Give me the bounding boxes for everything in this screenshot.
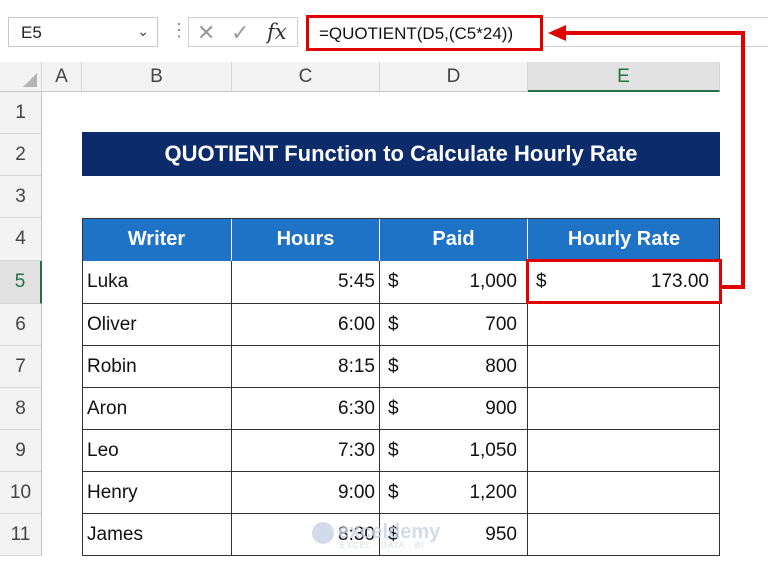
header-hourly-rate[interactable]: Hourly Rate (528, 218, 720, 261)
row-header-11[interactable]: 11 (0, 514, 42, 556)
cell-hourly-rate[interactable] (528, 304, 720, 346)
formula-controls: ✕ ✓ fx (188, 17, 298, 47)
cell-hours[interactable]: 9:00 (232, 472, 380, 514)
enter-icon[interactable]: ✓ (231, 20, 249, 46)
cell-hourly-rate[interactable] (528, 346, 720, 388)
cell-paid[interactable]: $800 (380, 346, 528, 388)
row-header-10[interactable]: 10 (0, 472, 42, 514)
cell-writer[interactable]: Luka (82, 261, 232, 304)
row-header-3[interactable]: 3 (0, 176, 42, 218)
row-header-5[interactable]: 5 (0, 261, 42, 304)
cell-paid[interactable]: $1,000 (380, 261, 528, 304)
cell-hourly-rate[interactable] (528, 430, 720, 472)
cell-hours[interactable]: 5:45 (232, 261, 380, 304)
arrow-head-icon (548, 25, 566, 41)
cell-hourly-rate[interactable] (528, 388, 720, 430)
row-header-9[interactable]: 9 (0, 430, 42, 472)
column-header-a[interactable]: A (42, 62, 82, 92)
watermark-name: exceldemy (338, 521, 441, 543)
insert-function-icon[interactable]: fx (267, 20, 287, 44)
paid-amount: 800 (485, 356, 517, 377)
paid-amount: 1,000 (469, 271, 517, 292)
cell-paid[interactable]: $1,050 (380, 430, 528, 472)
currency-symbol: $ (388, 482, 399, 503)
column-header-e[interactable]: E (528, 62, 720, 92)
cancel-icon[interactable]: ✕ (197, 20, 215, 46)
name-box-value: E5 (21, 23, 42, 42)
currency-symbol: $ (388, 440, 399, 461)
formula-text: =QUOTIENT(D5,(C5*24)) (319, 24, 514, 43)
watermark-logo-icon (312, 521, 334, 544)
cell-hours[interactable]: 8:15 (232, 346, 380, 388)
cell-writer[interactable]: James (82, 514, 232, 556)
currency-symbol: $ (388, 271, 399, 292)
cell-hours[interactable]: 6:30 (232, 388, 380, 430)
cell-paid[interactable]: $700 (380, 304, 528, 346)
paid-amount: 900 (485, 398, 517, 419)
annotation-arrow-line (566, 31, 745, 35)
row-header-8[interactable]: 8 (0, 388, 42, 430)
cell-writer[interactable]: Leo (82, 430, 232, 472)
cell-writer[interactable]: Aron (82, 388, 232, 430)
selected-cell-highlight (526, 259, 722, 304)
formula-input[interactable]: =QUOTIENT(D5,(C5*24)) (306, 15, 543, 51)
watermark: exceldemy EXCEL · DATA · BI (312, 521, 440, 550)
name-box[interactable]: E5 ⌄ (8, 17, 158, 47)
chevron-down-icon[interactable]: ⌄ (137, 23, 149, 40)
cell-writer[interactable]: Oliver (82, 304, 232, 346)
paid-amount: 700 (485, 314, 517, 335)
row-header-6[interactable]: 6 (0, 304, 42, 346)
column-header-b[interactable]: B (82, 62, 232, 92)
annotation-arrow-line (722, 285, 745, 289)
row-header-1[interactable]: 1 (0, 92, 42, 134)
cell-paid[interactable]: $1,200 (380, 472, 528, 514)
cell-hours[interactable]: 7:30 (232, 430, 380, 472)
cell-hours[interactable]: 6:00 (232, 304, 380, 346)
annotation-arrow-line (741, 31, 745, 289)
paid-amount: 1,050 (469, 440, 517, 461)
cell-writer[interactable]: Robin (82, 346, 232, 388)
header-hours[interactable]: Hours (232, 218, 380, 261)
row-header-4[interactable]: 4 (0, 218, 42, 261)
currency-symbol: $ (388, 314, 399, 335)
header-paid[interactable]: Paid (380, 218, 528, 261)
paid-amount: 1,200 (469, 482, 517, 503)
row-header-7[interactable]: 7 (0, 346, 42, 388)
cell-writer[interactable]: Henry (82, 472, 232, 514)
paid-amount: 950 (485, 524, 517, 545)
sheet-title[interactable]: QUOTIENT Function to Calculate Hourly Ra… (82, 132, 720, 176)
currency-symbol: $ (388, 398, 399, 419)
more-options-icon: ⋮ (170, 20, 188, 40)
column-header-d[interactable]: D (380, 62, 528, 92)
select-all-corner[interactable] (0, 62, 42, 92)
currency-symbol: $ (388, 356, 399, 377)
column-header-c[interactable]: C (232, 62, 380, 92)
cell-hourly-rate[interactable] (528, 514, 720, 556)
cell-paid[interactable]: $900 (380, 388, 528, 430)
cell-hourly-rate[interactable] (528, 472, 720, 514)
row-header-2[interactable]: 2 (0, 134, 42, 176)
header-writer[interactable]: Writer (82, 218, 232, 261)
